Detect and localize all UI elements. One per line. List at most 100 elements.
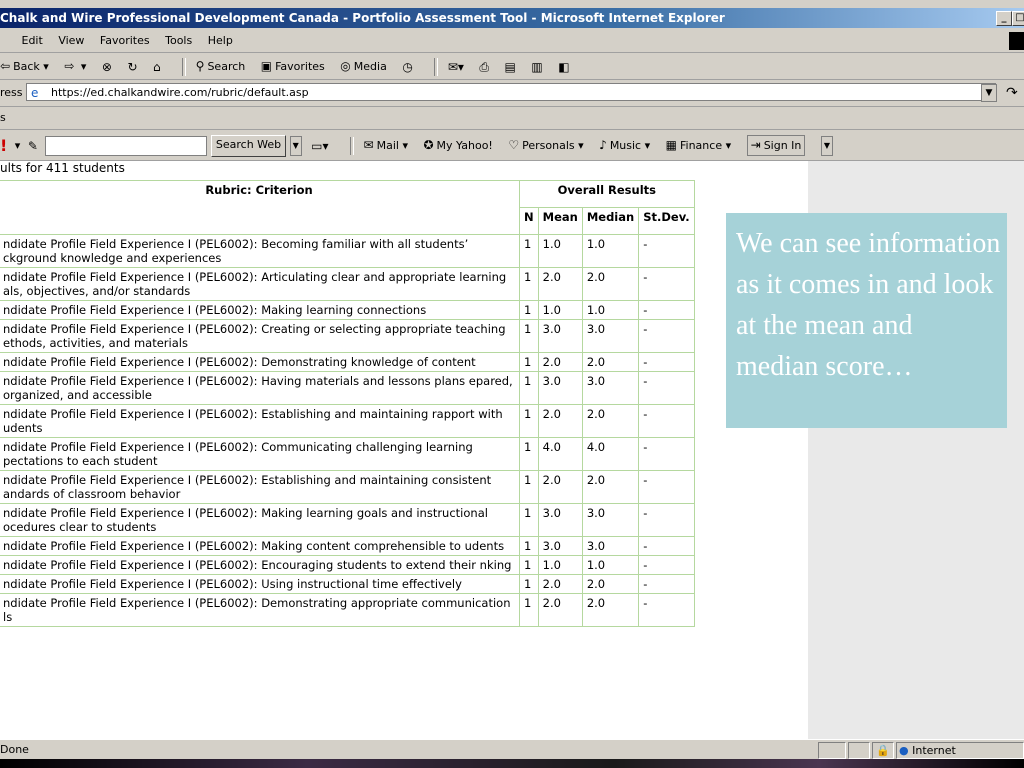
mean-cell: 3.0 [537, 536, 583, 556]
mean-cell: 1.0 [537, 555, 583, 575]
music-button[interactable]: ♪ Music ▾ [599, 130, 650, 161]
criterion-cell: ndidate Profile Field Experience I (PEL6… [0, 437, 520, 471]
n-cell: 1 [519, 555, 539, 575]
personals-button[interactable]: ♡ Personals ▾ [508, 130, 583, 161]
links-bar: s [0, 107, 1024, 130]
mean-cell: 4.0 [537, 437, 583, 471]
yahoo-search-input[interactable] [45, 135, 208, 156]
stdev-cell: - [638, 574, 695, 594]
criterion-cell: ndidate Profile Field Experience I (PEL6… [0, 234, 520, 268]
yahoo-logo-icon[interactable]: ! [0, 131, 7, 161]
mean-cell: 1.0 [537, 300, 583, 320]
toolbar-separator [434, 57, 439, 76]
n-cell: 1 [519, 503, 539, 537]
finance-button[interactable]: ▦ Finance ▾ [666, 130, 731, 161]
page-icon: e [31, 86, 39, 100]
favorites-button[interactable]: ▣ Favorites [261, 53, 325, 80]
n-cell: 1 [519, 319, 539, 353]
mean-cell: 3.0 [537, 319, 583, 353]
mean-cell: 3.0 [537, 503, 583, 537]
mean-cell: 2.0 [537, 267, 583, 301]
rubric-results-table: Rubric: Criterion Overall Results N Mean… [0, 180, 695, 627]
stdev-cell: - [638, 536, 695, 556]
mail-icon[interactable]: ✉▾ [448, 54, 464, 80]
sign-in-icon: ⇥ [750, 138, 761, 152]
median-cell: 3.0 [581, 319, 640, 353]
mean-cell: 2.0 [537, 593, 583, 627]
refresh-icon[interactable]: ↻ [127, 54, 137, 80]
table-row: ndidate Profile Field Experience I (PEL6… [0, 300, 695, 320]
forward-arrow-icon: ⇨ [64, 59, 75, 73]
stdev-cell: - [638, 300, 695, 320]
sign-in-button[interactable]: ⇥ Sign In [746, 135, 806, 156]
menu-edit[interactable]: Edit [22, 30, 43, 52]
links-label: s [0, 111, 6, 124]
status-bar: Done 🔒 ● Internet [0, 739, 1024, 760]
desktop-strip [0, 759, 1024, 768]
n-cell: 1 [519, 536, 539, 556]
globe-icon: ● [899, 744, 909, 757]
stop-icon[interactable]: ⊗ [102, 54, 112, 80]
menu-tools[interactable]: Tools [165, 30, 192, 52]
address-dropdown-icon[interactable]: ▼ [981, 84, 997, 102]
stdev-cell: - [638, 470, 695, 504]
overall-results-header: Overall Results [519, 180, 695, 208]
home-icon[interactable]: ⌂ [153, 54, 161, 80]
my-yahoo-button[interactable]: ✪ My Yahoo! [423, 130, 492, 161]
table-row: ndidate Profile Field Experience I (PEL6… [0, 352, 695, 372]
yahoo-mail-button[interactable]: ✉ Mail ▾ [364, 130, 408, 161]
go-arrow-icon[interactable]: ↷ [1006, 80, 1018, 106]
search-web-button[interactable]: Search Web [210, 134, 287, 157]
criterion-cell: ndidate Profile Field Experience I (PEL6… [0, 371, 520, 405]
criterion-cell: ndidate Profile Field Experience I (PEL6… [0, 267, 520, 301]
n-cell: 1 [519, 574, 539, 594]
menu-help[interactable]: Help [208, 30, 233, 52]
envelope-icon: ✉ [363, 138, 374, 152]
highlight-icon[interactable]: ▭▾ [311, 131, 328, 161]
median-cell: 3.0 [581, 371, 640, 405]
median-cell: 3.0 [581, 503, 640, 537]
n-cell: 1 [519, 300, 539, 320]
menu-bar: Edit View Favorites Tools Help [0, 30, 1024, 53]
criterion-header: Rubric: Criterion [0, 180, 520, 235]
forward-button[interactable]: ⇨ ▾ [64, 53, 86, 80]
sign-in-dropdown-icon[interactable]: ▼ [820, 135, 833, 156]
menu-favorites[interactable]: Favorites [100, 30, 150, 52]
n-cell: 1 [519, 470, 539, 504]
back-arrow-icon: ⇦ [0, 59, 11, 73]
search-icon: ⚲ [195, 59, 205, 73]
n-cell: 1 [519, 371, 539, 405]
median-cell: 2.0 [581, 352, 640, 372]
search-web-dropdown-icon[interactable]: ▼ [289, 135, 302, 156]
table-row: ndidate Profile Field Experience I (PEL6… [0, 319, 695, 353]
search-button[interactable]: ⚲ Search [196, 53, 246, 80]
median-cell: 1.0 [581, 234, 640, 268]
toolbar-separator [350, 136, 355, 155]
mean-column-header: Mean [537, 207, 583, 235]
favorites-icon: ▣ [260, 59, 273, 73]
history-icon[interactable]: ◷ [402, 54, 412, 80]
table-row: ndidate Profile Field Experience I (PEL6… [0, 267, 695, 301]
messenger-icon[interactable]: ◧ [558, 54, 569, 80]
table-row: ndidate Profile Field Experience I (PEL6… [0, 555, 695, 575]
back-button[interactable]: ⇦ Back ▾ [0, 53, 49, 80]
yahoo-menu-dropdown-icon[interactable]: ▾ [15, 131, 21, 161]
mean-cell: 2.0 [537, 404, 583, 438]
edit-icon[interactable]: ▤ [505, 54, 516, 80]
discuss-icon[interactable]: ▥ [531, 54, 542, 80]
pencil-icon[interactable]: ✎ [28, 131, 38, 161]
ie-logo-icon [1009, 32, 1024, 50]
window-title: Chalk and Wire Professional Development … [0, 11, 725, 25]
print-icon[interactable]: ⎙ [479, 54, 489, 80]
stdev-cell: - [638, 593, 695, 627]
toolbar-separator [182, 57, 187, 76]
median-cell: 2.0 [581, 267, 640, 301]
media-button[interactable]: ◎ Media [340, 53, 387, 80]
stdev-cell: - [638, 404, 695, 438]
address-input[interactable]: e https://ed.chalkandwire.com/rubric/def… [26, 83, 996, 101]
menu-view[interactable]: View [58, 30, 84, 52]
title-bar: Chalk and Wire Professional Development … [0, 8, 1024, 28]
results-summary: ults for 411 students [0, 161, 125, 175]
minimize-button[interactable]: _ [996, 11, 1012, 26]
restore-button[interactable]: □ [1012, 11, 1024, 26]
